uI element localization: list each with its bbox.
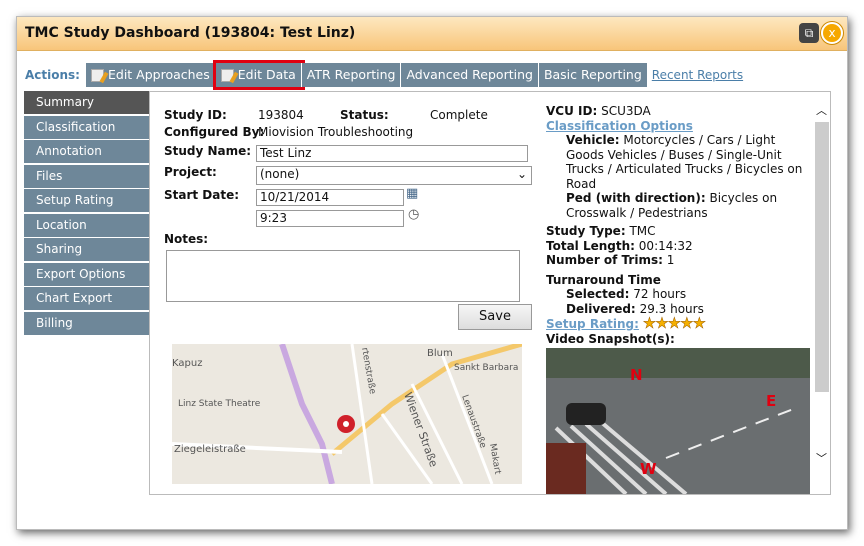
basic-reporting-tab[interactable]: Basic Reporting: [538, 63, 648, 87]
close-icon[interactable]: x: [821, 22, 843, 44]
ped-label: Ped (with direction):: [566, 191, 706, 205]
snapshot-trees: [546, 348, 810, 378]
notes-label: Notes:: [164, 232, 209, 246]
selected-value: 72 hours: [633, 287, 687, 301]
study-details: VCU ID: SCU3DA Classification Options Ve…: [546, 104, 816, 494]
setup-rating-link[interactable]: Setup Rating:: [546, 317, 639, 331]
snapshot-building: [546, 443, 586, 494]
start-time-input[interactable]: 9:23: [256, 210, 404, 227]
snapshot-label: Video Snapshot(s):: [546, 331, 675, 346]
study-id-value: 193804: [258, 108, 304, 122]
map-label: Blum: [427, 348, 453, 359]
tab-label: Edit Approaches: [107, 67, 210, 82]
sidebar-item-annotation[interactable]: Annotation: [24, 140, 149, 163]
title-bar: TMC Study Dashboard (193804: Test Linz) …: [17, 17, 847, 51]
sidebar-item-billing[interactable]: Billing: [24, 311, 149, 335]
status-value: Complete: [430, 108, 488, 122]
sidebar-item-chart-export[interactable]: Chart Export: [24, 287, 149, 310]
video-snapshot[interactable]: N E W: [546, 348, 810, 494]
configured-by-value: Miovision Troubleshooting: [258, 125, 414, 139]
save-button[interactable]: Save: [458, 304, 532, 330]
total-length-value: 00:14:32: [638, 238, 693, 253]
study-name-label: Study Name:: [164, 144, 252, 158]
location-map[interactable]: Kapuz Linz State Theatre Ziegeleistraße …: [172, 344, 522, 484]
snapshot-marker-w: W: [640, 460, 657, 478]
summary-panel: Study ID: 193804 Status: Complete Config…: [149, 91, 831, 495]
edit-data-tab[interactable]: Edit Data: [212, 60, 305, 90]
vcu-label: VCU ID:: [546, 104, 598, 118]
project-label: Project:: [164, 165, 217, 179]
atr-reporting-tab[interactable]: ATR Reporting: [301, 63, 402, 87]
project-value: (none): [260, 167, 300, 181]
sidebar-item-location[interactable]: Location: [24, 213, 149, 237]
window-title: TMC Study Dashboard (193804: Test Linz): [25, 25, 356, 41]
map-label: Kapuz: [172, 358, 202, 369]
snapshot-marker-n: N: [630, 366, 643, 384]
sidebar-item-setup-rating[interactable]: Setup Rating: [24, 189, 149, 212]
scroll-up-icon[interactable]: ︿: [816, 102, 827, 118]
project-select[interactable]: (none) ⌄: [256, 166, 532, 185]
restore-icon[interactable]: ⧉: [799, 23, 819, 43]
study-type-label: Study Type:: [546, 224, 626, 238]
map-pin-center: [343, 421, 349, 427]
map-label: Sankt Barbara Friedhof: [454, 363, 522, 373]
sidebar-item-sharing[interactable]: Sharing: [24, 238, 149, 261]
selected-label: Selected:: [566, 287, 630, 301]
sidebar-item-files[interactable]: Files: [24, 164, 149, 188]
edit-approaches-tab[interactable]: Edit Approaches: [85, 63, 216, 87]
scroll-down-icon[interactable]: ﹀: [816, 450, 827, 466]
clock-icon[interactable]: ◷: [408, 207, 419, 222]
scrollbar-thumb[interactable]: [815, 122, 829, 392]
details-scrollbar[interactable]: ︿ ﹀: [814, 92, 830, 494]
map-label: Ziegeleistraße: [174, 444, 246, 455]
study-id-label: Study ID:: [164, 108, 227, 122]
chevron-down-icon: ⌄: [516, 167, 527, 181]
study-name-input[interactable]: Test Linz: [256, 145, 528, 162]
sidebar-item-summary[interactable]: Summary: [24, 91, 149, 114]
turnaround-label: Turnaround Time: [546, 272, 661, 287]
total-length-label: Total Length:: [546, 238, 635, 253]
sidebar-item-classification[interactable]: Classification: [24, 115, 149, 139]
snapshot-marker-e: E: [766, 392, 776, 410]
study-type-value: TMC: [629, 224, 656, 238]
tab-label: Edit Data: [237, 67, 296, 82]
notes-textarea[interactable]: [166, 250, 520, 302]
edit-icon: [220, 68, 234, 82]
delivered-label: Delivered:: [566, 301, 636, 316]
edit-icon: [90, 68, 104, 82]
classification-options-link[interactable]: Classification Options: [546, 119, 693, 133]
sidebar: Summary Classification Annotation Files …: [24, 91, 149, 336]
status-label: Status:: [340, 108, 389, 122]
vcu-value: SCU3DA: [601, 104, 651, 118]
actions-bar: Actions: Edit Approaches Edit Data ATR R…: [25, 60, 743, 90]
configured-by-label: Configured By:: [164, 125, 265, 139]
trims-label: Number of Trims:: [546, 253, 663, 267]
vehicle-label: Vehicle:: [566, 133, 620, 147]
dashboard-window: TMC Study Dashboard (193804: Test Linz) …: [16, 16, 848, 530]
start-date-input[interactable]: 10/21/2014: [256, 189, 404, 206]
advanced-reporting-tab[interactable]: Advanced Reporting: [401, 63, 539, 87]
rating-stars-icon: ★★★★★: [642, 314, 707, 332]
map-label: Linz State Theatre: [178, 399, 261, 409]
trims-value: 1: [666, 253, 675, 267]
calendar-icon[interactable]: ▦: [406, 186, 418, 201]
actions-label: Actions:: [25, 68, 80, 82]
recent-reports-link[interactable]: Recent Reports: [652, 68, 743, 82]
snapshot-car: [566, 403, 606, 425]
sidebar-item-export-options[interactable]: Export Options: [24, 262, 149, 286]
start-date-label: Start Date:: [164, 188, 240, 202]
